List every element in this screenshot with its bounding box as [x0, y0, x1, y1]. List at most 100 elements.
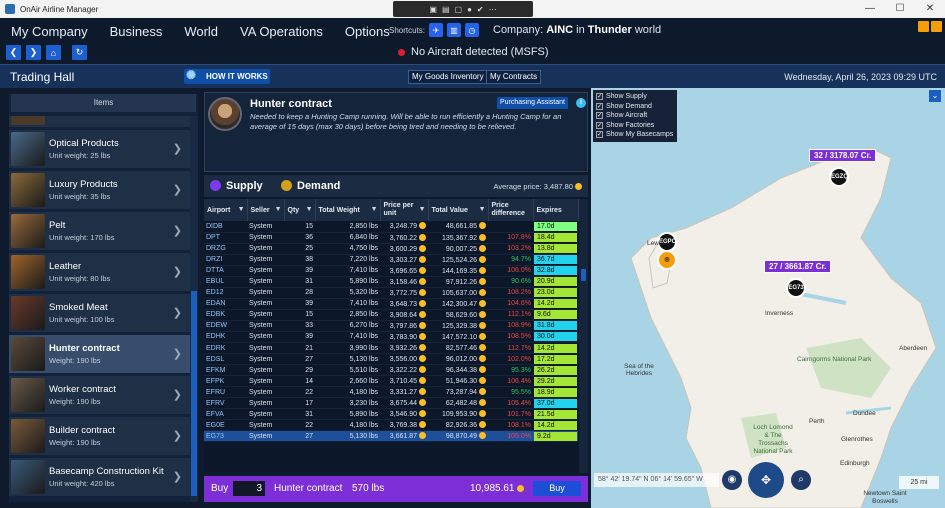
maximize-icon[interactable]: ☐	[885, 0, 915, 18]
minimize-icon[interactable]: —	[855, 0, 885, 18]
list-item[interactable]: Smoked Meat Unit weight: 100 lbs ❯	[9, 294, 190, 332]
col-total-value[interactable]: Total Value ▼	[428, 199, 489, 221]
clock-icon[interactable]: ◷	[465, 23, 480, 37]
home-icon[interactable]: ⌂	[46, 45, 61, 60]
cell-airport[interactable]: EG0E	[204, 419, 247, 432]
cell-airport[interactable]: EFRV	[204, 397, 247, 410]
table-row[interactable]: EDRK System 21 3,990 lbs 3,932.26 82,577.46 11…	[204, 342, 578, 355]
cell-airport[interactable]: ED12	[204, 287, 247, 299]
checkbox-icon[interactable]: ✓	[596, 112, 603, 120]
cell-airport[interactable]: EFRU	[204, 386, 247, 399]
list-item[interactable]	[9, 116, 190, 127]
cell-airport[interactable]: EFPK	[204, 375, 247, 388]
table-row[interactable]: DRZG System 25 4,750 lbs 3,600.29 90,007.25 10…	[204, 243, 578, 255]
eye-icon[interactable]: ◉	[722, 470, 742, 490]
check-icon[interactable]: ✔	[477, 5, 484, 14]
filter-icon[interactable]: ▼	[306, 206, 313, 213]
list-item[interactable]: Basecamp Construction Kit Unit weight: 42…	[9, 458, 190, 496]
menu-business[interactable]: Business	[110, 24, 163, 39]
cell-airport[interactable]: EFKM	[204, 364, 247, 377]
close-icon[interactable]: ✕	[915, 0, 945, 18]
cell-airport[interactable]: DPT	[204, 232, 247, 244]
cell-airport[interactable]: EDRK	[204, 342, 247, 355]
list-item[interactable]: Luxury Products Unit weight: 35 lbs ❯	[9, 171, 190, 209]
window-icon[interactable]	[918, 21, 929, 32]
cell-airport[interactable]: DIDB	[204, 221, 247, 233]
table-row[interactable]: EFVA System 31 5,890 lbs 3,546.90 109,953.90 1…	[204, 408, 578, 421]
layer-toggle[interactable]: ✓ Show Supply	[596, 92, 674, 102]
cell-airport[interactable]: DRZI	[204, 254, 247, 266]
col-total-weight[interactable]: Total Weight ▼	[315, 199, 381, 221]
table-row[interactable]: EDAN System 39 7,410 lbs 3,648.73 142,300.47 1…	[204, 298, 578, 310]
checkbox-icon[interactable]: ✓	[596, 121, 603, 129]
filter-icon[interactable]: ▼	[419, 206, 426, 213]
cell-airport[interactable]: EDBK	[204, 309, 247, 321]
cell-airport[interactable]: DTTA	[204, 265, 247, 277]
filter-icon[interactable]: ▼	[479, 206, 486, 213]
scrollbar-thumb[interactable]	[191, 291, 197, 496]
zoom-icon[interactable]: ⌕	[791, 470, 811, 490]
record-icon[interactable]: ●	[467, 5, 472, 14]
table-row[interactable]: EFRV System 17 3,230 lbs 3,675.44 62,482.48 10…	[204, 397, 578, 410]
cell-airport[interactable]: EFVA	[204, 408, 247, 421]
map-label-supply[interactable]: 27 / 3661.87 Cr.	[764, 260, 832, 273]
tab-my-goods-inventory[interactable]: My Goods Inventory	[408, 70, 488, 84]
airport-marker[interactable]: EG73	[786, 278, 806, 298]
table-row[interactable]: EDSL System 27 5,130 lbs 3,556.00 96,012.00 10…	[204, 353, 578, 366]
table-row[interactable]: EDEW System 33 6,270 lbs 3,797.86 125,329.38 1…	[204, 320, 578, 332]
refresh-icon[interactable]: ↻	[72, 45, 87, 60]
demand-toggle[interactable]: Demand	[297, 180, 340, 192]
pan-control[interactable]: ✥	[748, 462, 784, 498]
map-icon[interactable]: ▥	[447, 23, 462, 37]
table-row[interactable]: EDBK System 15 2,850 lbs 3,908.64 58,629.60 11…	[204, 309, 578, 321]
list-item[interactable]: Hunter contract Weight: 190 lbs ❯	[9, 335, 190, 373]
table-row[interactable]: EG0E System 22 4,180 lbs 3,769.38 82,926.36 10…	[204, 419, 578, 432]
airport-marker[interactable]: EGZQ	[829, 167, 849, 187]
plane-icon[interactable]: ✈	[429, 23, 444, 37]
col-airport[interactable]: Airport ▼	[204, 199, 248, 221]
map-label-supply[interactable]: 32 / 3178.07 Cr.	[809, 149, 877, 162]
table-row[interactable]: EG73 System 27 5,130 lbs 3,661.87 98,870.49 10…	[204, 430, 578, 443]
capture-icon[interactable]: ▣	[429, 5, 437, 14]
screen-icon[interactable]: ▤	[442, 5, 450, 14]
cell-airport[interactable]: EBUL	[204, 276, 247, 288]
how-it-works-button[interactable]: ✺ HOW IT WORKS	[184, 68, 270, 84]
menu-my-company[interactable]: My Company	[11, 24, 88, 39]
list-item[interactable]: Builder contract Weight: 190 lbs ❯	[9, 417, 190, 455]
table-row[interactable]: EFPK System 14 2,660 lbs 3,710.45 51,946.30 10…	[204, 375, 578, 388]
chevron-down-icon[interactable]: ⌄	[929, 90, 941, 102]
col-seller[interactable]: Seller ▼	[247, 199, 285, 221]
cell-airport[interactable]: EDHK	[204, 331, 247, 344]
world-map[interactable]: ✓ Show Supply ✓ Show Demand ✓ Show Aircraft ✓ S…	[591, 88, 945, 508]
list-item[interactable]: Pelt Unit weight: 170 lbs ❯	[9, 212, 190, 250]
table-row[interactable]: DIDB System 15 2,850 lbs 3,248.79 48,661.85 17…	[204, 221, 578, 233]
items-scrollbar[interactable]	[190, 116, 198, 502]
table-row[interactable]: EBUL System 31 5,890 lbs 3,158.46 97,912.26 90…	[204, 276, 578, 288]
cell-airport[interactable]: EDSL	[204, 353, 247, 366]
scrollbar-thumb[interactable]	[581, 269, 586, 281]
window-icon[interactable]: ▢	[455, 5, 463, 14]
tab-my-contracts[interactable]: My Contracts	[486, 70, 542, 84]
table-row[interactable]: DTTA System 39 7,410 lbs 3,696.65 144,169.35 1…	[204, 265, 578, 277]
col-qty[interactable]: Qty ▼	[284, 199, 316, 221]
col-price-difference[interactable]: Price difference	[488, 199, 534, 221]
list-item[interactable]: Leather Unit weight: 80 lbs ❯	[9, 253, 190, 291]
quantity-stepper[interactable]: 3	[233, 481, 265, 496]
list-item[interactable]: Worker contract Weight: 190 lbs ❯	[9, 376, 190, 414]
list-item[interactable]: Optical Products Unit weight: 25 lbs ❯	[9, 130, 190, 168]
cell-airport[interactable]: DRZG	[204, 243, 247, 255]
popout-icon[interactable]	[931, 21, 942, 32]
buy-button[interactable]: Buy	[533, 481, 581, 496]
cell-airport[interactable]: EDAN	[204, 298, 247, 310]
market-scrollbar[interactable]	[579, 199, 588, 473]
cell-airport[interactable]: EG73	[204, 430, 247, 443]
menu-options[interactable]: Options	[345, 24, 390, 39]
filter-icon[interactable]: ▼	[238, 206, 245, 213]
table-row[interactable]: DRZI System 38 7,220 lbs 3,303.27 125,524.26 9…	[204, 254, 578, 266]
layer-toggle[interactable]: ✓ Show Demand	[596, 102, 674, 112]
menu-world[interactable]: World	[184, 24, 218, 39]
checkbox-icon[interactable]: ✓	[596, 131, 603, 139]
checkbox-icon[interactable]: ✓	[596, 93, 603, 101]
info-icon[interactable]: i	[576, 98, 586, 108]
filter-icon[interactable]: ▼	[275, 206, 282, 213]
